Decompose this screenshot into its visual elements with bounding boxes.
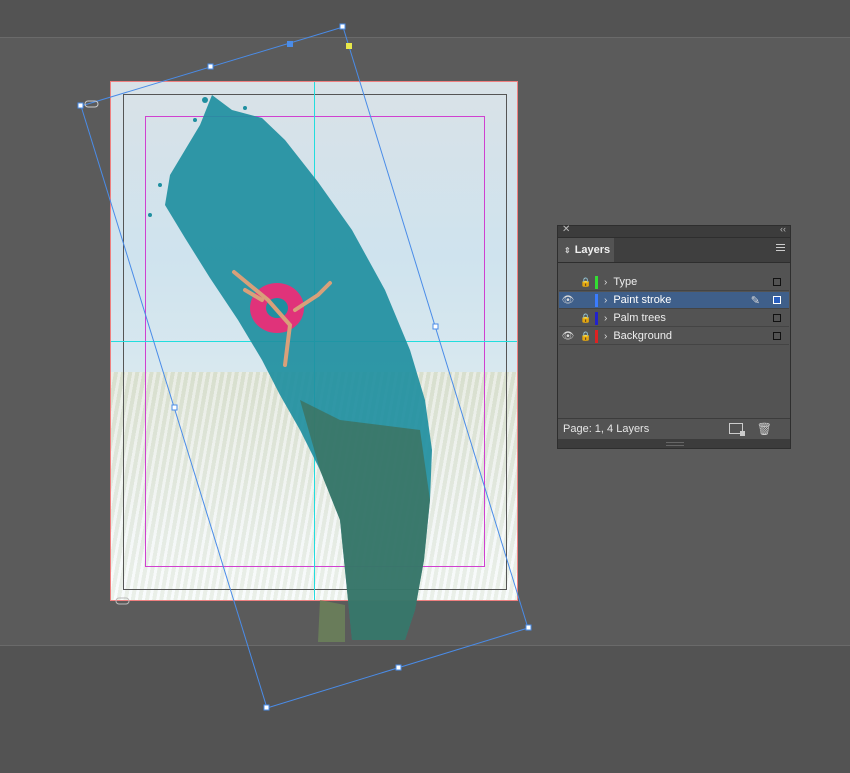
selection-indicator[interactable] [773,278,781,286]
trash-icon[interactable]: 🗑 [757,422,772,436]
panel-menu-icon[interactable] [776,244,785,253]
panel-footer: Page: 1, 4 Layers 🗑 [558,418,790,438]
layer-color-chip [595,293,598,307]
chevron-right-icon[interactable]: › [604,331,607,342]
eye-icon[interactable]: 👁 [559,295,577,306]
layer-color-chip [595,311,598,325]
eye-icon[interactable]: 👁 [559,331,577,342]
resize-handle-right-mid[interactable] [432,323,439,330]
tab-layers[interactable]: ⇕ Layers [558,238,614,262]
new-layer-icon[interactable] [728,423,745,436]
layer-row-background[interactable]: 👁 🔒 › Background [559,328,789,345]
lock-icon[interactable]: 🔒 [577,277,595,288]
pen-icon: ✎ [750,294,760,307]
page-layer-status: Page: 1, 4 Layers [563,422,650,435]
chevron-right-icon[interactable]: › [604,295,607,306]
close-icon[interactable]: ✕ [562,224,570,235]
lock-icon[interactable]: 🔒 [577,313,595,324]
layer-row-paint-stroke[interactable]: 👁 › Paint stroke ✎ [559,292,789,309]
tab-layers-label: Layers [574,244,611,256]
resize-handle-top-right[interactable] [339,23,346,30]
selection-indicator[interactable] [773,332,781,340]
panel-titlebar: ✕ ‹‹ [558,224,790,238]
chevron-right-icon[interactable]: › [604,277,607,288]
layer-row-palm-trees[interactable]: 🔒 › Palm trees [559,310,789,327]
layer-color-chip [595,329,598,343]
lock-icon[interactable]: 🔒 [577,331,595,342]
content-grabber-handle[interactable] [287,41,293,47]
resize-handle-top-left[interactable] [77,102,84,109]
layer-color-chip [595,275,598,289]
collapse-icon[interactable]: ‹‹ [780,224,786,234]
selection-indicator[interactable] [773,296,781,304]
layer-name: Palm trees [613,312,666,324]
panel-tabbar: ⇕ Layers [558,238,790,263]
chevron-right-icon[interactable]: › [604,313,607,324]
resize-handle-bottom-mid[interactable] [395,664,402,671]
resize-handle-left-mid[interactable] [171,404,178,411]
layers-list: 🔒 › Type 👁 › Paint stroke ✎ 🔒 › Palm tre… [558,263,790,420]
resize-handle-top-mid[interactable] [207,63,214,70]
panel-resize-grip[interactable] [558,439,790,448]
reference-point-handle[interactable] [346,43,352,49]
layers-panel: ✕ ‹‹ ⇕ Layers 🔒 › Type 👁 › Paint stroke … [557,224,791,449]
selection-indicator[interactable] [773,314,781,322]
layer-row-type[interactable]: 🔒 › Type [559,274,789,291]
resize-handle-bottom-right[interactable] [525,624,532,631]
layer-name: Background [613,330,673,342]
expand-collapse-icon: ⇕ [564,245,571,255]
layer-name: Type [613,276,638,288]
layer-name: Paint stroke [613,294,672,306]
resize-handle-bottom-left[interactable] [263,704,270,711]
